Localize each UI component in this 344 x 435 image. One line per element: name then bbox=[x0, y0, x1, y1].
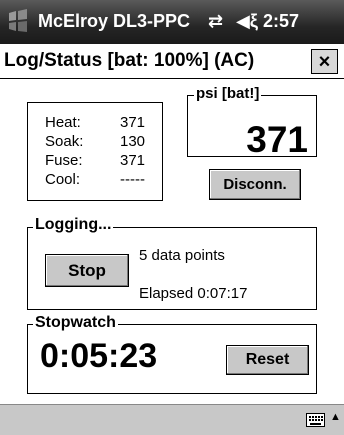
reset-button[interactable]: Reset bbox=[226, 345, 309, 375]
logging-legend: Logging... bbox=[33, 216, 114, 234]
stat-value-cool: ----- bbox=[120, 171, 145, 188]
clock[interactable]: 2:57 bbox=[263, 11, 299, 32]
stop-button[interactable]: Stop bbox=[45, 254, 129, 287]
volume-icon[interactable]: ◀ξ bbox=[236, 11, 258, 32]
bottom-menu-bar: ▲ bbox=[0, 404, 344, 435]
windows-start-icon[interactable] bbox=[6, 8, 30, 34]
close-button[interactable]: × bbox=[311, 49, 338, 74]
psi-group: psi [bat!] 371 bbox=[187, 85, 317, 160]
stat-label-heat: Heat: bbox=[45, 114, 81, 131]
stat-label-soak: Soak: bbox=[45, 133, 84, 150]
window-title: McElroy DL3-PPC bbox=[38, 11, 191, 31]
stopwatch-legend: Stopwatch bbox=[33, 314, 118, 332]
dialog-header: Log/Status [bat: 100%] (AC) × bbox=[0, 44, 344, 79]
input-panel-arrow-icon[interactable]: ▲ bbox=[330, 411, 341, 423]
cycle-stats-box: Heat: 371 Soak: 130 Fuse: 371 Cool: ----… bbox=[27, 102, 163, 201]
stat-value-heat: 371 bbox=[120, 114, 146, 131]
elapsed-text: Elapsed 0:07:17 bbox=[139, 285, 248, 302]
dialog-title: Log/Status [bat: 100%] (AC) bbox=[4, 50, 255, 71]
psi-legend: psi [bat!] bbox=[194, 85, 262, 102]
stat-value-fuse: 371 bbox=[120, 152, 146, 169]
keyboard-icon[interactable] bbox=[306, 413, 325, 427]
stat-value-soak: 130 bbox=[120, 133, 146, 150]
disconnect-button[interactable]: Disconn. bbox=[209, 169, 301, 200]
stopwatch-time: 0:05:23 bbox=[40, 337, 158, 375]
close-icon: × bbox=[318, 51, 331, 73]
stat-label-fuse: Fuse: bbox=[45, 152, 83, 169]
title-bar: McElroy DL3-PPC ⇄ ◀ξ 2:57 bbox=[0, 0, 344, 44]
stat-label-cool: Cool: bbox=[45, 171, 81, 188]
data-points-text: 5 data points bbox=[139, 247, 225, 264]
psi-value: 371 bbox=[246, 119, 308, 160]
connectivity-icon[interactable]: ⇄ bbox=[208, 11, 223, 32]
